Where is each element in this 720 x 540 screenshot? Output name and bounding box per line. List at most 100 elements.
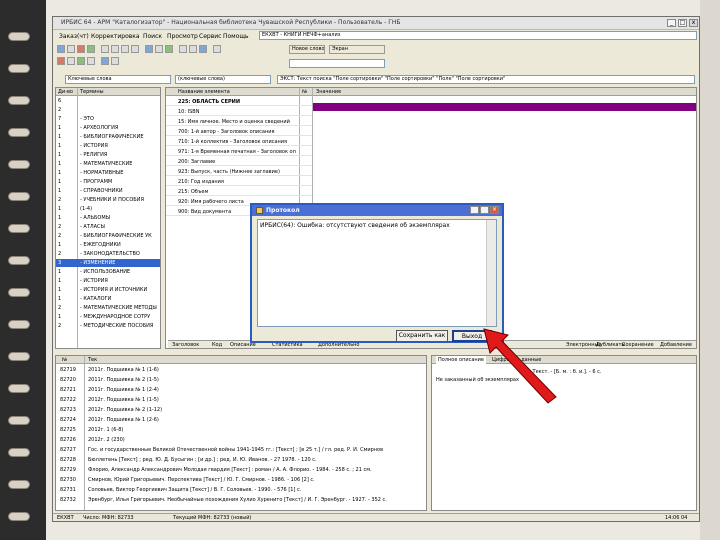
find-icon[interactable] [155, 45, 163, 53]
dictionary-row[interactable]: 6 [56, 97, 160, 105]
dialog-message-area[interactable]: ИРБИС(64): Ошибка: отсутствуют сведения … [257, 219, 497, 327]
worksheet-select[interactable]: Новое слово [289, 45, 325, 54]
dictionary-row[interactable]: 1 - ПРОГРАММ [56, 178, 160, 186]
worksheet-field-row[interactable]: 210: Год издания [166, 178, 312, 186]
dictionary-row[interactable]: 1 - ИСТОРИЯ И ИСТОЧНИКИ [56, 286, 160, 294]
filter-icon[interactable] [67, 57, 75, 65]
sort-icon[interactable] [87, 57, 95, 65]
dictionary-row[interactable]: 1 - КАТАЛОГИ [56, 295, 160, 303]
record-row[interactable]: 82732 Эренбург, Илья Григорьевич. Необыча… [56, 496, 426, 504]
worksheet-field-row[interactable]: 200: Заглавие [166, 158, 312, 166]
tab[interactable]: Добавление [660, 342, 692, 348]
dialog-minimize-button[interactable] [470, 206, 479, 214]
record-row[interactable]: 82728 Бюллетень [Текст] ; ред. Ю. Д. Бусы… [56, 456, 426, 464]
dictionary-row[interactable]: 1 - РЕЛИГИЯ [56, 151, 160, 159]
dictionary-row[interactable]: 1 - ИСПОЛЬЗОВАНИЕ [56, 268, 160, 276]
open-icon[interactable] [57, 45, 65, 53]
dialog-scrollbar[interactable] [486, 220, 496, 326]
paste-icon[interactable] [189, 45, 197, 53]
column-header[interactable]: Ди-во [58, 88, 73, 96]
import-icon[interactable] [111, 57, 119, 65]
worksheet-field-row[interactable]: 923: Выпуск, часть (Нижнее заглавие) [166, 168, 312, 176]
tab[interactable]: Заголовок [172, 342, 199, 348]
new-record-icon[interactable] [87, 45, 95, 53]
search-combo[interactable] [289, 59, 385, 68]
refresh-icon[interactable] [77, 57, 85, 65]
record-row[interactable]: 82730 Смирнов, Юрий Григорьевич. Перспект… [56, 476, 426, 484]
search-expression[interactable]: ЭКСТ: Текст поиска "Поле сортировки" "По… [277, 75, 695, 84]
record-row[interactable]: 82729 Флорио, Александр Александрович Мол… [56, 466, 426, 474]
dialog-maximize-button[interactable] [480, 206, 489, 214]
worksheet-field-row[interactable]: 15: Имя личное. Место и оценка сведений [166, 118, 312, 126]
column-header[interactable]: Тек [88, 356, 97, 364]
tab[interactable]: Сохранение [622, 342, 654, 348]
dictionary-row[interactable]: 1 - ИСТОРИЯ [56, 142, 160, 150]
maximize-button[interactable]: □ [678, 19, 687, 27]
tab-full-description[interactable]: Полное описание [436, 356, 486, 364]
record-row[interactable]: 82724 2012г. Подшивка № 1 (2-6) [56, 416, 426, 424]
menu-item[interactable]: Заказ(чт) [59, 33, 89, 40]
record-row[interactable]: 82726 2012г. 2 (230) [56, 436, 426, 444]
check-icon[interactable] [165, 45, 173, 53]
dictionary-row[interactable]: 1 - БИБЛИОГРАФИЧЕСКИЕ [56, 133, 160, 141]
save-as-button[interactable]: Сохранить как [396, 330, 448, 342]
dictionary-combo[interactable]: Ключевые слова [65, 75, 171, 84]
next-record-icon[interactable] [121, 45, 129, 53]
record-row[interactable]: 82731 Соловьев, Виктор Георгиевич Защита … [56, 486, 426, 494]
first-record-icon[interactable] [101, 45, 109, 53]
menu-item[interactable]: Поиск [143, 33, 162, 40]
database-combo[interactable]: ЕКХВТ - КНИГИ НЕЧФ+анализ [259, 31, 697, 40]
tab[interactable]: Код [212, 342, 222, 348]
dictionary-row[interactable]: 2 - МЕТОДИЧЕСКИЕ ПОСОБИЯ [56, 322, 160, 330]
minimize-button[interactable]: _ [667, 19, 676, 27]
close-button[interactable]: x [689, 19, 698, 27]
worksheet-field-row[interactable]: 215: Объем [166, 188, 312, 196]
dictionary-row[interactable]: 1 - МЕЖДУНАРОДНОЕ СОТРУ [56, 313, 160, 321]
help-icon[interactable] [213, 45, 221, 53]
menu-item[interactable]: Сервис [199, 33, 221, 40]
dictionary-row[interactable]: 2 - УЧЕБНИКИ И ПОСОБИЯ [56, 196, 160, 204]
dictionary-row[interactable]: 7 - ЭТО [56, 115, 160, 123]
worksheet-button[interactable]: Экран [329, 45, 385, 54]
dictionary-row[interactable]: 1 - СПРАВОЧНИКИ [56, 187, 160, 195]
column-header[interactable]: № [62, 356, 67, 364]
stop-icon[interactable] [57, 57, 65, 65]
column-header[interactable]: Термины [80, 88, 104, 96]
record-row[interactable]: 82727 Гос. и государственные Великой Отеч… [56, 446, 426, 454]
dictionary-row[interactable]: 1 - АЛЬБОМЫ [56, 214, 160, 222]
column-header[interactable]: № [302, 88, 307, 96]
dictionary-row[interactable]: 1 - АРХЕОЛОГИЯ [56, 124, 160, 132]
tab[interactable]: Дубликаты [596, 342, 625, 348]
column-header[interactable]: Значение [316, 88, 341, 96]
dictionary-row[interactable]: 3 - ИЗМЕНЕНИЕ [56, 259, 160, 267]
last-record-icon[interactable] [131, 45, 139, 53]
record-row[interactable]: 82721 2011г. Подшивка № 1 (2-4) [56, 386, 426, 394]
record-row[interactable]: 82719 2011г. Подшивка № 1 (1-6) [56, 366, 426, 374]
dictionary-row[interactable]: 1 - ЕЖЕГОДНИКИ [56, 241, 160, 249]
dialog-close-button[interactable]: × [490, 206, 499, 214]
record-row[interactable]: 82720 2011г. Подшивка № 2 (1-5) [56, 376, 426, 384]
dictionary-row[interactable]: 1 - ИСТОРИЯ [56, 277, 160, 285]
print-icon[interactable] [145, 45, 153, 53]
dictionary-row[interactable]: 2 - ЗАКОНОДАТЕЛЬСТВО [56, 250, 160, 258]
column-header[interactable]: Название элемента [178, 88, 230, 96]
copy-icon[interactable] [179, 45, 187, 53]
dictionary-row[interactable]: 2 - БИБЛИОГРАФИЧЕСКИЕ УК [56, 232, 160, 240]
worksheet-field-row[interactable]: 10: ISBN [166, 108, 312, 116]
dictionary-row[interactable]: 2 [56, 106, 160, 114]
dictionary-row[interactable]: 1 (1-4) [56, 205, 160, 213]
record-row[interactable]: 82723 2012г. Подшивка № 2 (1-12) [56, 406, 426, 414]
dictionary2-combo[interactable]: (ключевые слова) [175, 75, 271, 84]
dictionary-row[interactable]: 2 - МАТЕМАТИЧЕСКИЕ МЕТОДЫ [56, 304, 160, 312]
prev-record-icon[interactable] [111, 45, 119, 53]
dictionary-row[interactable]: 1 - НОРМАТИВНЫЕ [56, 169, 160, 177]
dictionary-row[interactable]: 2 - АТЛАСЫ [56, 223, 160, 231]
export-icon[interactable] [101, 57, 109, 65]
record-row[interactable]: 82722 2012г. Подшивка № 1 (1-5) [56, 396, 426, 404]
worksheet-field-row[interactable]: 225: ОБЛАСТЬ СЕРИИ [166, 98, 312, 106]
worksheet-field-row[interactable]: 700: 1-й автор - Заголовок описания [166, 128, 312, 136]
record-row[interactable]: 82725 2012г. 1 (6-8) [56, 426, 426, 434]
settings-icon[interactable] [199, 45, 207, 53]
dictionary-row[interactable]: 1 - МАТЕМАТИЧЕСКИЕ [56, 160, 160, 168]
worksheet-field-row[interactable]: 971: 1-я Временная печатная - Заголовок … [166, 148, 312, 156]
